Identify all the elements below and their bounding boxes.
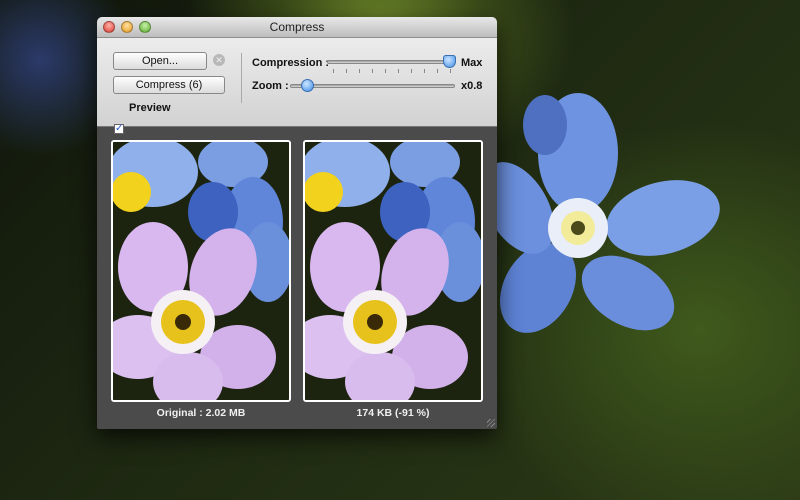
- preview-checkbox[interactable]: ✓: [114, 124, 124, 134]
- compressed-size-caption: 174 KB (-91 %): [356, 407, 430, 419]
- compressed-preview-image: [303, 140, 483, 402]
- slider-tick: [346, 69, 347, 73]
- zoom-label: Zoom :: [252, 80, 289, 92]
- compress-button[interactable]: Compress (6): [113, 76, 225, 94]
- zoom-slider-thumb[interactable]: [300, 79, 314, 92]
- clear-icon[interactable]: ✕: [213, 54, 225, 66]
- minimize-button[interactable]: [121, 21, 133, 33]
- slider-tick: [359, 69, 360, 73]
- slider-tick: [424, 69, 425, 73]
- slider-tick: [437, 69, 438, 73]
- slider-tick: [398, 69, 399, 73]
- slider-tick: [333, 69, 334, 73]
- resize-grip[interactable]: [487, 419, 495, 427]
- slider-tick: [372, 69, 373, 73]
- slider-tick: [450, 69, 451, 73]
- slider-tick: [385, 69, 386, 73]
- original-preview-image: [111, 140, 291, 402]
- slider-tick: [411, 69, 412, 73]
- zoom-button[interactable]: [139, 21, 151, 33]
- zoom-slider[interactable]: [290, 84, 455, 88]
- zoom-value: x0.8: [461, 80, 483, 92]
- compress-window: Compress Open... ✕ Compress (6) ✓ Previe…: [97, 17, 497, 429]
- compression-slider[interactable]: [327, 60, 455, 64]
- window-title: Compress: [269, 20, 325, 34]
- open-button[interactable]: Open...: [113, 52, 207, 70]
- divider: [241, 53, 242, 103]
- compression-label: Compression :: [252, 57, 330, 69]
- compression-value: Max: [461, 57, 483, 69]
- compression-slider-thumb[interactable]: [442, 55, 456, 68]
- toolbar: Open... ✕ Compress (6) ✓ Preview Compres…: [97, 38, 497, 134]
- title-bar[interactable]: Compress: [97, 17, 497, 38]
- close-button[interactable]: [103, 21, 115, 33]
- original-size-caption: Original : 2.02 MB: [156, 407, 246, 419]
- preview-label: Preview: [129, 102, 171, 114]
